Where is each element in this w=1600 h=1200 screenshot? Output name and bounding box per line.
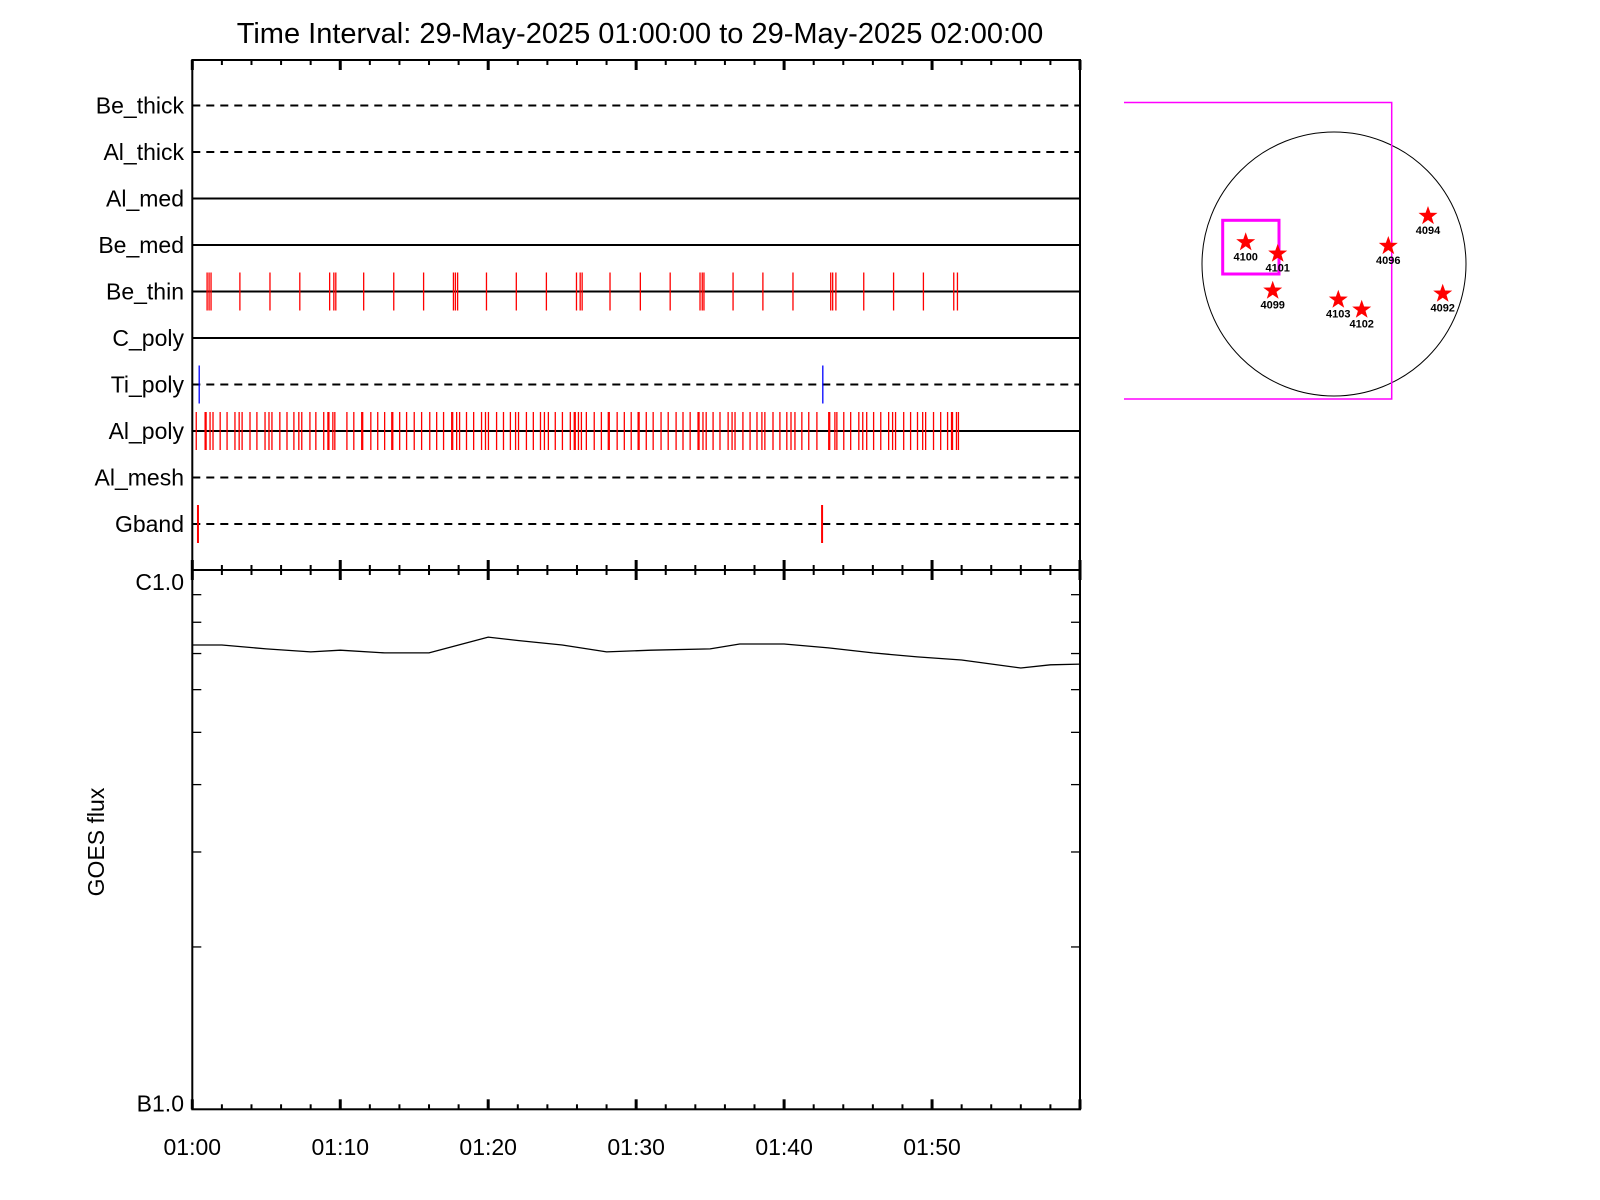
row-be-med: Be_med: [98, 232, 1080, 258]
active-region-label: 4103: [1326, 309, 1350, 321]
row-label: Al_med: [106, 186, 184, 212]
row-al-mesh: Al_mesh: [95, 465, 1080, 491]
y-axis-label: GOES flux: [83, 787, 109, 896]
active-region-star-icon: [1433, 283, 1453, 302]
goes-flux-panel: C1.0 B1.0 GOES flux 01:00 01:10 01:20 01:30 01:…: [83, 569, 1082, 1160]
goes-flux-line: [192, 636, 1081, 669]
active-region-label: 4092: [1430, 303, 1454, 315]
active-region-label: 4100: [1233, 251, 1257, 263]
row-al-thick: Al_thick: [103, 139, 1080, 165]
row-gband: Gband: [115, 505, 1080, 543]
x-tick-label: 01:30: [607, 1134, 665, 1160]
row-c-poly: C_poly: [112, 325, 1080, 351]
row-ti-poly: Ti_poly: [111, 365, 1080, 404]
x-tick-label: 01:40: [755, 1134, 813, 1160]
row-label: C_poly: [112, 325, 184, 351]
y-tick-label: C1.0: [135, 569, 184, 595]
row-label: Gband: [115, 511, 184, 537]
plot-title: Time Interval: 29-May-2025 01:00:00 to 2…: [237, 18, 1044, 50]
row-be-thin: Be_thin: [106, 272, 1080, 311]
x-tick-label: 01:20: [459, 1134, 517, 1160]
sun-map: 4100 4101 4099 41034102 4096 4094 4092: [1124, 101, 1467, 400]
active-region-label: 4096: [1376, 255, 1400, 267]
plot-canvas: Time Interval: 29-May-2025 01:00:00 to 2…: [83, 18, 1467, 1160]
active-region-star-icon: [1236, 232, 1256, 251]
active-region-label: 4099: [1260, 300, 1284, 312]
active-region-star-icon: [1418, 206, 1438, 225]
row-label: Be_thin: [106, 279, 184, 305]
active-region-label: 4094: [1416, 225, 1441, 237]
active-region-star-icon: [1263, 280, 1283, 299]
solar-disk: [1201, 131, 1467, 397]
detector-events-panel: Be_thick Al_thick Al_med Be_med Be_thin C_pol…: [95, 59, 1082, 1110]
active-region-star-icon: [1352, 299, 1372, 318]
row-label: Al_poly: [109, 418, 185, 444]
row-label: Al_mesh: [95, 465, 184, 491]
x-tick-label: 01:50: [903, 1134, 961, 1160]
active-region-star-icon: [1378, 236, 1398, 255]
row-label: Be_thick: [96, 93, 185, 119]
row-label: Ti_poly: [111, 372, 185, 398]
active-region-label: 4101: [1265, 263, 1289, 275]
x-tick-label: 01:10: [311, 1134, 369, 1160]
row-al-poly: Al_poly: [109, 412, 1080, 450]
x-tick-label: 01:00: [164, 1134, 222, 1160]
y-tick-label: B1.0: [137, 1090, 184, 1116]
active-region-star-icon: [1328, 289, 1348, 308]
row-label: Al_thick: [103, 139, 184, 165]
active-region-label: 4102: [1349, 319, 1373, 331]
row-al-med: Al_med: [106, 186, 1080, 212]
events-frame: [191, 59, 1082, 571]
row-be-thick: Be_thick: [96, 93, 1080, 119]
row-label: Be_med: [98, 232, 184, 258]
